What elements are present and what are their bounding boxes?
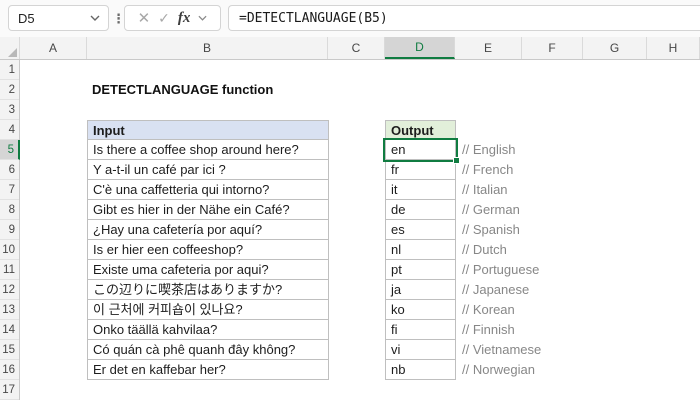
sheet-grid: DETECTLANGUAGE function Input Output Is the…	[0, 0, 700, 400]
excel-window: D5 ⋮ ✕ ✓ fx =DETECTLANGUAGE(B5) ABCDEFGH…	[0, 0, 700, 400]
comment-cell-e12[interactable]: // Japanese	[462, 280, 622, 300]
comment-cell-e5[interactable]: // English	[462, 140, 622, 160]
input-cell-b14[interactable]: Onko täällä kahvilaa?	[87, 320, 329, 340]
comment-cell-e13[interactable]: // Korean	[462, 300, 622, 320]
comment-cell-e16[interactable]: // Norwegian	[462, 360, 622, 380]
input-cell-b7[interactable]: C'è una caffetteria qui intorno?	[87, 180, 329, 200]
comment-cell-e8[interactable]: // German	[462, 200, 622, 220]
comment-cell-e6[interactable]: // French	[462, 160, 622, 180]
comment-cell-e7[interactable]: // Italian	[462, 180, 622, 200]
input-cell-b9[interactable]: ¿Hay una cafetería por aquí?	[87, 220, 329, 240]
input-cell-b13[interactable]: 이 근처에 커피숍이 있나요?	[87, 300, 329, 320]
output-cell-d9[interactable]: es	[385, 220, 456, 240]
comment-cell-e15[interactable]: // Vietnamese	[462, 340, 622, 360]
input-header-cell[interactable]: Input	[87, 120, 329, 140]
output-cell-d12[interactable]: ja	[385, 280, 456, 300]
sheet-title-cell[interactable]: DETECTLANGUAGE function	[92, 80, 392, 100]
comment-cell-e11[interactable]: // Portuguese	[462, 260, 622, 280]
input-cell-b6[interactable]: Y a-t-il un café par ici ?	[87, 160, 329, 180]
output-cell-d11[interactable]: pt	[385, 260, 456, 280]
fill-handle[interactable]	[453, 157, 460, 164]
output-cell-d16[interactable]: nb	[385, 360, 456, 380]
input-cell-b11[interactable]: Existe uma cafeteria por aqui?	[87, 260, 329, 280]
input-cell-b12[interactable]: この辺りに喫茶店はありますか?	[87, 280, 329, 300]
comment-cell-e9[interactable]: // Spanish	[462, 220, 622, 240]
output-header-cell[interactable]: Output	[385, 120, 456, 140]
output-cell-d6[interactable]: fr	[385, 160, 456, 180]
output-cell-d8[interactable]: de	[385, 200, 456, 220]
input-cell-b16[interactable]: Er det en kaffebar her?	[87, 360, 329, 380]
input-cell-b8[interactable]: Gibt es hier in der Nähe ein Café?	[87, 200, 329, 220]
output-cell-d15[interactable]: vi	[385, 340, 456, 360]
output-cell-d7[interactable]: it	[385, 180, 456, 200]
input-cell-b5[interactable]: Is there a coffee shop around here?	[87, 140, 329, 160]
comment-cell-e10[interactable]: // Dutch	[462, 240, 622, 260]
output-cell-d13[interactable]: ko	[385, 300, 456, 320]
comment-cell-e14[interactable]: // Finnish	[462, 320, 622, 340]
output-cell-d14[interactable]: fi	[385, 320, 456, 340]
selected-cell-border	[383, 138, 458, 162]
input-cell-b15[interactable]: Có quán cà phê quanh đây không?	[87, 340, 329, 360]
input-cell-b10[interactable]: Is er hier een coffeeshop?	[87, 240, 329, 260]
output-cell-d10[interactable]: nl	[385, 240, 456, 260]
